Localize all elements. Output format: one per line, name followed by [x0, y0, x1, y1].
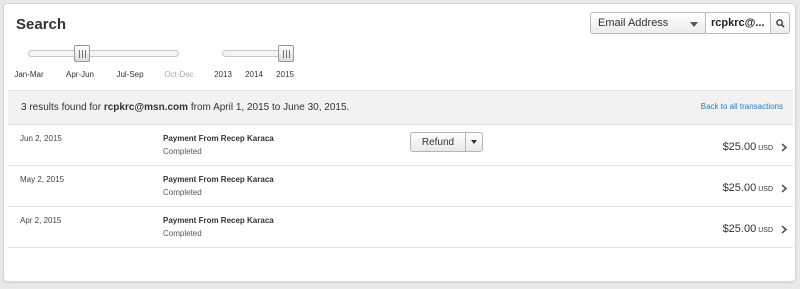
- results-date-range: from April 1, 2015 to June 30, 2015.: [190, 102, 350, 113]
- quarter-label-disabled: Oct-Dec: [164, 70, 194, 79]
- refund-options-button[interactable]: [465, 132, 483, 152]
- amount-currency: USD: [758, 227, 773, 234]
- year-label: 2015: [276, 70, 294, 79]
- search-panel: Search Email Address rcpkrc@... Jan-Mar …: [3, 3, 796, 282]
- transaction-status: Completed: [163, 188, 202, 197]
- transaction-amount: $25.00 USD: [723, 223, 779, 235]
- chevron-right-icon[interactable]: [781, 143, 787, 152]
- results-summary-bar: 3 results found for rcpkrc@msn.com from …: [8, 90, 793, 125]
- amount-value: $25.00: [722, 223, 757, 235]
- transaction-amount: $25.00 USD: [723, 141, 779, 153]
- caret-down-icon: [471, 140, 477, 144]
- search-button[interactable]: [771, 12, 790, 34]
- quarter-label: Apr-Jun: [65, 70, 95, 79]
- transaction-date: May 2, 2015: [20, 175, 65, 184]
- transaction-row[interactable]: Apr 2, 2015 Payment From Recep Karaca Co…: [8, 207, 793, 248]
- search-input[interactable]: rcpkrc@...: [705, 12, 771, 34]
- back-to-all-transactions-link[interactable]: Back to all transactions: [701, 102, 783, 111]
- results-count-text: 3 results found for: [21, 102, 102, 113]
- year-label: 2013: [214, 70, 232, 79]
- amount-currency: USD: [758, 186, 773, 193]
- chevron-right-icon[interactable]: [781, 184, 787, 193]
- transaction-row[interactable]: May 2, 2015 Payment From Recep Karaca Co…: [8, 166, 793, 207]
- transaction-payee: Payment From Recep Karaca: [163, 175, 274, 184]
- chevron-down-icon: [690, 22, 698, 27]
- page-title: Search: [16, 16, 67, 33]
- transaction-date: Jun 2, 2015: [20, 134, 62, 143]
- transaction-row[interactable]: Jun 2, 2015 Payment From Recep Karaca Co…: [8, 125, 793, 166]
- transaction-status: Completed: [163, 229, 202, 238]
- transaction-payee: Payment From Recep Karaca: [163, 216, 274, 225]
- results-email: rcpkrc@msn.com: [103, 102, 189, 113]
- amount-currency: USD: [758, 145, 773, 152]
- quarter-slider-handle-start[interactable]: [74, 45, 90, 62]
- search-field-select[interactable]: Email Address: [590, 12, 706, 34]
- refund-button[interactable]: Refund: [410, 132, 466, 152]
- chevron-right-icon[interactable]: [781, 225, 787, 234]
- year-slider-handle[interactable]: [278, 45, 294, 62]
- results-summary: 3 results found for rcpkrc@msn.com from …: [21, 102, 349, 113]
- transaction-status: Completed: [163, 147, 202, 156]
- quarter-label: Jul-Sep: [116, 70, 144, 79]
- quarter-label: Jan-Mar: [14, 70, 44, 79]
- search-icon: [776, 19, 785, 28]
- quarter-slider-track[interactable]: [28, 50, 179, 57]
- year-label: 2014: [245, 70, 263, 79]
- amount-value: $25.00: [722, 182, 757, 194]
- transaction-payee: Payment From Recep Karaca: [163, 134, 274, 143]
- search-field-selected: Email Address: [598, 17, 669, 29]
- amount-value: $25.00: [722, 141, 757, 153]
- transaction-amount: $25.00 USD: [723, 182, 779, 194]
- transaction-date: Apr 2, 2015: [20, 216, 62, 225]
